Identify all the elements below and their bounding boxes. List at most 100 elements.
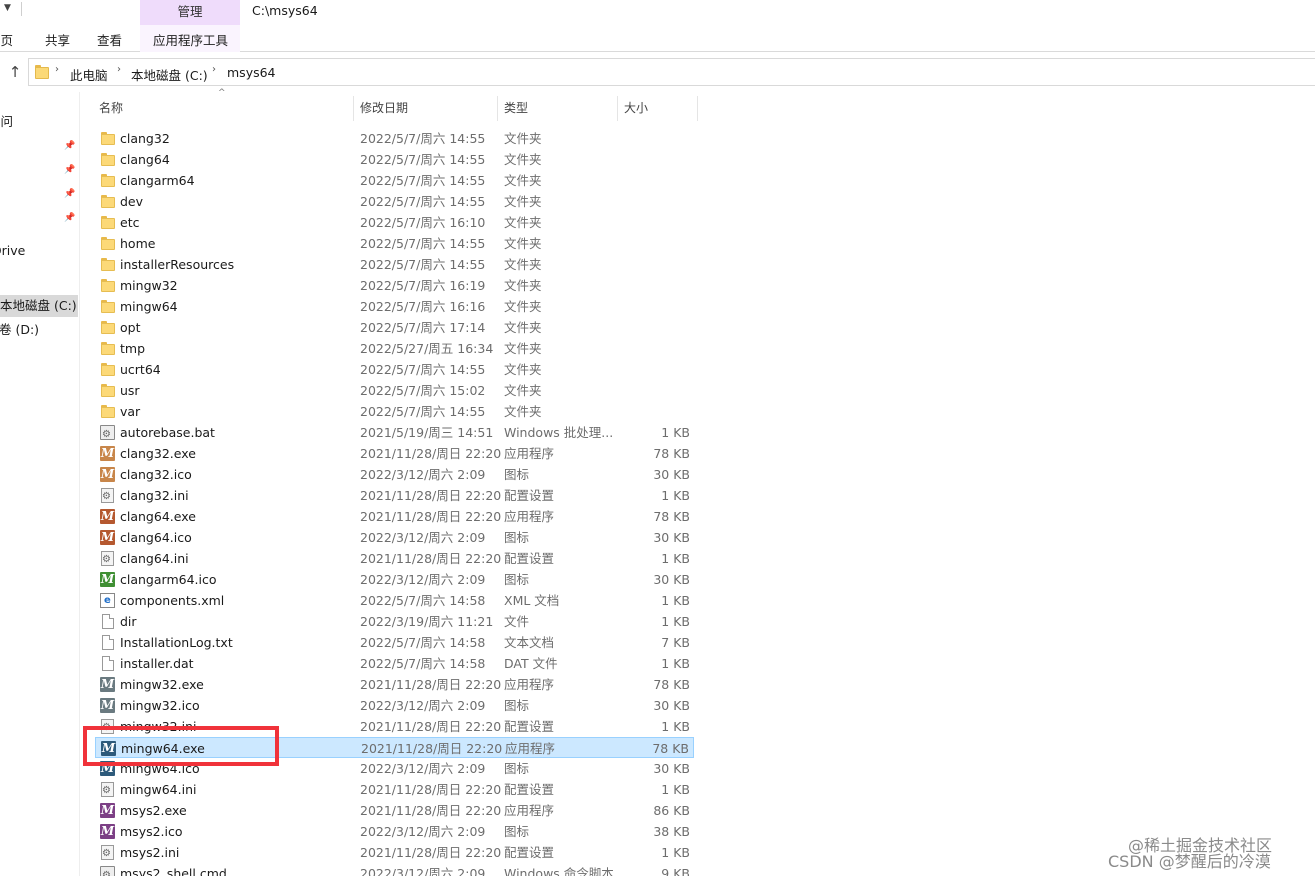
file-date-modified: 2021/11/28/周日 22:20 bbox=[360, 551, 502, 566]
sidebar-item-local-disk-c[interactable]: 本地磁盘 (C:) bbox=[0, 295, 78, 317]
file-type: 图标 bbox=[504, 824, 530, 839]
file-name: clangarm64.ico bbox=[120, 572, 217, 587]
file-type: 文件夹 bbox=[504, 320, 542, 335]
file-date-modified: 2022/5/27/周五 16:34 bbox=[360, 341, 494, 356]
file-row[interactable]: clang32 2022/5/7/周六 14:55 文件夹 bbox=[95, 128, 694, 149]
file-name: clang64.exe bbox=[120, 509, 196, 524]
column-header-type[interactable]: 类型 bbox=[504, 97, 528, 121]
column-separator[interactable] bbox=[697, 96, 698, 121]
file-row[interactable]: etc 2022/5/7/周六 16:10 文件夹 bbox=[95, 212, 694, 233]
file-row[interactable]: Mmingw32.exe 2021/11/28/周日 22:20 应用程序 78 KB bbox=[95, 674, 694, 695]
file-type: Windows 批处理... bbox=[504, 425, 614, 440]
breadcrumb-this-pc[interactable]: 此电脑 bbox=[70, 65, 108, 84]
file-size: 30 KB bbox=[653, 467, 690, 482]
column-header-date-modified[interactable]: 修改日期 bbox=[360, 97, 408, 121]
file-row[interactable]: Mclangarm64.ico 2022/3/12/周六 2:09 图标 30 KB bbox=[95, 569, 694, 590]
file-row[interactable]: mingw32 2022/5/7/周六 16:19 文件夹 bbox=[95, 275, 694, 296]
tab-view[interactable]: 查看 bbox=[97, 30, 122, 49]
tab-home[interactable]: 主页 bbox=[0, 30, 13, 49]
pin-icon[interactable]: 📌 bbox=[64, 213, 75, 223]
watermark-csdn: CSDN @梦醒后的冷漠 bbox=[1108, 852, 1271, 871]
pin-icon[interactable]: 📌 bbox=[64, 141, 75, 151]
folder-icon bbox=[100, 236, 115, 251]
file-row[interactable]: tmp 2022/5/27/周五 16:34 文件夹 bbox=[95, 338, 694, 359]
xml-file-icon bbox=[100, 590, 115, 611]
file-row[interactable]: Mclang64.ico 2022/3/12/周六 2:09 图标 30 KB bbox=[95, 527, 694, 548]
file-row[interactable]: autorebase.bat 2021/5/19/周三 14:51 Windows … bbox=[95, 422, 694, 445]
file-type: 文件夹 bbox=[504, 299, 542, 314]
file-type: 应用程序 bbox=[504, 446, 555, 461]
file-row[interactable]: msys2_shell.cmd 2022/3/12/周六 2:09 Windows … bbox=[95, 863, 694, 876]
file-row[interactable]: clangarm64 2022/5/7/周六 14:55 文件夹 bbox=[95, 170, 694, 191]
pin-icon[interactable]: 📌 bbox=[64, 165, 75, 175]
file-type: 文件夹 bbox=[504, 341, 542, 356]
file-row[interactable]: var 2022/5/7/周六 14:55 文件夹 bbox=[95, 401, 694, 422]
file-row[interactable]: usr 2022/5/7/周六 15:02 文件夹 bbox=[95, 380, 694, 401]
file-date-modified: 2022/5/7/周六 14:55 bbox=[360, 404, 486, 419]
file-row[interactable]: msys2.ini 2021/11/28/周日 22:20配置设置 1 KB bbox=[95, 842, 694, 864]
batch-file-icon bbox=[100, 424, 115, 445]
column-separator[interactable] bbox=[497, 96, 498, 121]
file-date-modified: 2022/5/7/周六 16:10 bbox=[360, 215, 486, 230]
chevron-right-icon[interactable]: › bbox=[212, 64, 216, 75]
file-row[interactable]: opt 2022/5/7/周六 17:14 文件夹 bbox=[95, 317, 694, 338]
file-date-modified: 2022/3/12/周六 2:09 bbox=[360, 467, 486, 482]
file-row[interactable]: installerResources 2022/5/7/周六 14:55 文件夹 bbox=[95, 254, 694, 275]
tab-share[interactable]: 共享 bbox=[45, 30, 70, 49]
file-row[interactable]: ucrt64 2022/5/7/周六 14:55 文件夹 bbox=[95, 359, 694, 380]
file-name: msys2.exe bbox=[120, 803, 187, 818]
file-row[interactable]: Mclang64.exe 2021/11/28/周日 22:20 应用程序 78 KB bbox=[95, 506, 694, 527]
file-name: home bbox=[120, 236, 156, 251]
column-header-size[interactable]: 大小 bbox=[624, 97, 648, 121]
file-row[interactable]: home 2022/5/7/周六 14:55 文件夹 bbox=[95, 233, 694, 254]
file-row[interactable]: clang64 2022/5/7/周六 14:55 文件夹 bbox=[95, 149, 694, 170]
column-separator[interactable] bbox=[617, 96, 618, 121]
file-type: 图标 bbox=[504, 761, 530, 776]
file-row[interactable]: clang64.ini 2021/11/28/周日 22:20配置设置 1 KB bbox=[95, 548, 694, 570]
file-date-modified: 2021/11/28/周日 22:20 bbox=[360, 803, 502, 818]
file-row[interactable]: Mclang32.exe 2021/11/28/周日 22:20 应用程序 78 KB bbox=[95, 443, 694, 464]
sidebar-item-quick-access[interactable]: 访问 bbox=[0, 111, 13, 133]
file-size: 30 KB bbox=[653, 572, 690, 587]
file-row[interactable]: InstallationLog.txt 2022/5/7/周六 14:58 文本文档… bbox=[95, 632, 694, 653]
file-date-modified: 2021/11/28/周日 22:20 bbox=[360, 782, 502, 797]
msys-m-icon: M bbox=[100, 509, 115, 524]
file-row[interactable]: Mmingw32.ico 2022/3/12/周六 2:09 图标 30 KB bbox=[95, 695, 694, 716]
breadcrumb-msys64[interactable]: msys64 bbox=[227, 65, 276, 80]
tab-application-tools[interactable]: 应用程序工具 bbox=[153, 30, 228, 49]
file-type: 配置设置 bbox=[504, 551, 555, 566]
file-date-modified: 2022/3/12/周六 2:09 bbox=[360, 530, 486, 545]
msys-m-icon: M bbox=[100, 467, 115, 482]
file-date-modified: 2022/3/12/周六 2:09 bbox=[360, 866, 486, 876]
pin-icon[interactable]: 📌 bbox=[64, 189, 75, 199]
file-date-modified: 2022/3/12/周六 2:09 bbox=[360, 572, 486, 587]
file-row[interactable]: installer.dat 2022/5/7/周六 14:58 DAT 文件 1 KB bbox=[95, 653, 694, 674]
folder-icon bbox=[100, 320, 115, 335]
file-name: mingw32.ico bbox=[120, 698, 200, 713]
sidebar-item-libraries[interactable]: 库 bbox=[0, 271, 1, 293]
column-header-name[interactable]: 名称 bbox=[99, 97, 123, 121]
file-type: 图标 bbox=[504, 530, 530, 545]
file-row[interactable]: mingw64.ini 2021/11/28/周日 22:20配置设置 1 KB bbox=[95, 779, 694, 801]
file-icon bbox=[102, 656, 114, 671]
file-row[interactable]: Mmsys2.ico 2022/3/12/周六 2:09 图标 38 KB bbox=[95, 821, 694, 842]
file-date-modified: 2021/11/28/周日 22:20 bbox=[360, 488, 502, 503]
file-row[interactable]: dir 2022/3/19/周六 11:21 文件 1 KB bbox=[95, 611, 694, 632]
file-row[interactable]: components.xml 2022/5/7/周六 14:58 XML 文档 1 K… bbox=[95, 590, 694, 611]
column-separator[interactable] bbox=[353, 96, 354, 121]
file-name: ucrt64 bbox=[120, 362, 161, 377]
file-row[interactable]: Mmsys2.exe 2021/11/28/周日 22:20 应用程序 86 KB bbox=[95, 800, 694, 821]
sidebar-item-new-volume-d[interactable]: 新加卷 (D:) bbox=[0, 319, 39, 341]
quick-access-dropdown-icon[interactable]: ▼ bbox=[4, 3, 11, 13]
file-row[interactable]: mingw64 2022/5/7/周六 16:16 文件夹 bbox=[95, 296, 694, 317]
file-row[interactable]: Mclang32.ico 2022/3/12/周六 2:09 图标 30 KB bbox=[95, 464, 694, 485]
sidebar-item-onedrive[interactable]: Drive bbox=[0, 240, 25, 262]
file-row[interactable]: clang32.ini 2021/11/28/周日 22:20配置设置 1 KB bbox=[95, 485, 694, 507]
chevron-right-icon[interactable]: › bbox=[55, 64, 59, 75]
address-bar[interactable]: › 此电脑 › 本地磁盘 (C:) › msys64 bbox=[28, 58, 1315, 86]
file-row[interactable]: dev 2022/5/7/周六 14:55 文件夹 bbox=[95, 191, 694, 212]
breadcrumb-local-disk-c[interactable]: 本地磁盘 (C:) bbox=[131, 65, 208, 84]
chevron-right-icon[interactable]: › bbox=[117, 64, 121, 75]
file-size: 7 KB bbox=[661, 635, 690, 650]
up-arrow-icon[interactable]: ↑ bbox=[6, 63, 24, 81]
